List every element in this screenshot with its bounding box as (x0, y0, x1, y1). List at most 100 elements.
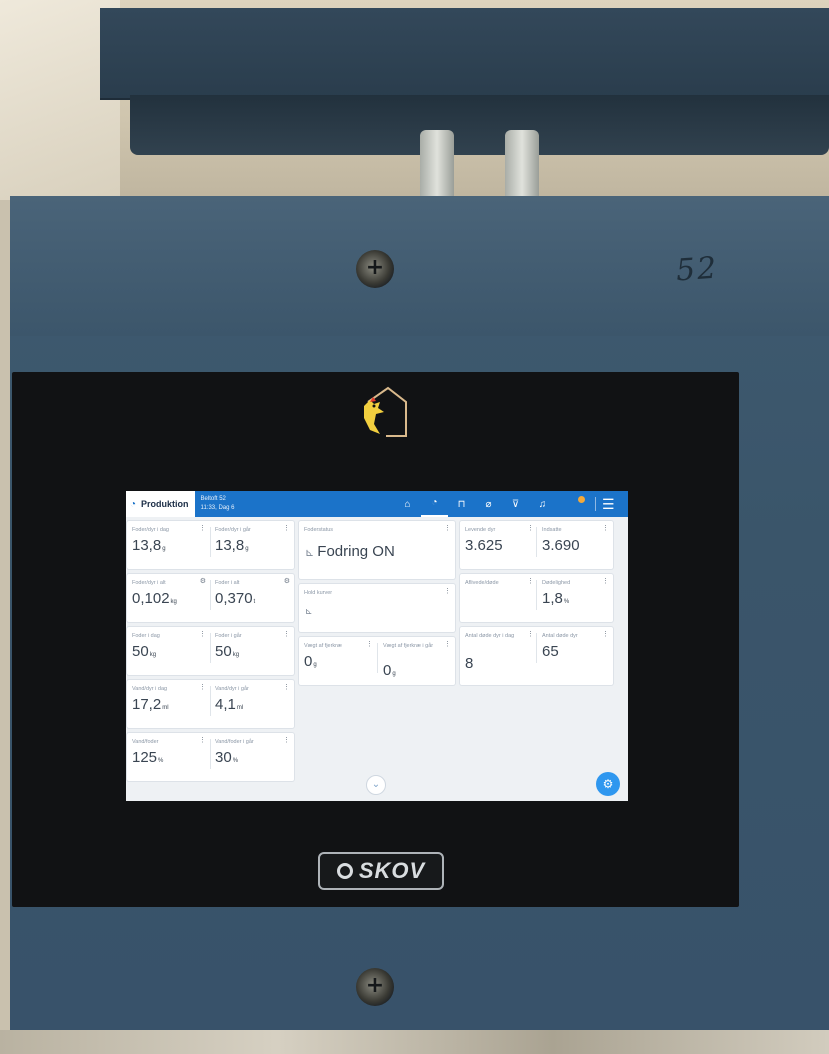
tile-value: 30% (215, 749, 239, 766)
more-options-icon[interactable]: ⋮ (602, 630, 609, 638)
feed-icon[interactable]: ⊽ (502, 499, 529, 510)
more-options-icon[interactable]: ⋮ (283, 630, 290, 638)
settings-icon[interactable]: ⚙ (200, 577, 206, 585)
tile-value: 50kg (132, 643, 157, 660)
more-options-icon[interactable]: ⋮ (444, 640, 451, 648)
time-day: 11:33, Dag 6 (200, 505, 235, 511)
tile-vaegt[interactable]: Vægt af fjerkræ 0g Vægt af fjerkræ i går… (299, 637, 455, 685)
tile-value: 1,8% (542, 590, 570, 607)
more-options-icon[interactable]: ⋮ (283, 524, 290, 532)
tile-divider (536, 580, 537, 610)
chicken-house-logo-icon (364, 386, 407, 437)
more-options-icon[interactable]: ⋮ (602, 577, 609, 585)
tile-value: 3.690 (542, 537, 580, 554)
brand-text: SKOV (358, 858, 426, 883)
climate-icon[interactable]: ⊓ (448, 499, 475, 510)
more-options-icon[interactable]: ⋮ (199, 630, 206, 638)
tile-label: Aflivede/døde (465, 580, 499, 586)
menu-icon[interactable]: ☰ (602, 496, 615, 513)
tile-value: 65 (542, 643, 559, 660)
more-options-icon[interactable]: ⋮ (527, 630, 534, 638)
tile-divider (210, 633, 211, 663)
more-options-icon[interactable]: ⋮ (602, 524, 609, 532)
more-options-icon[interactable]: ⋮ (527, 577, 534, 585)
handwritten-number: 52 (674, 250, 720, 289)
screw-icon (356, 968, 394, 1006)
gauge-icon[interactable]: ◔ (421, 491, 448, 517)
tile-label: Foder/dyr i alt (132, 580, 166, 586)
tile-label: Foder/dyr i dag (132, 527, 169, 533)
tile-divider (536, 527, 537, 557)
tile-label: Levende dyr (465, 527, 496, 533)
feeder-icon: ⊾ (305, 547, 318, 559)
tile-label: Indsatte (542, 527, 562, 533)
chevron-down-icon[interactable]: ⌄ (366, 775, 386, 795)
more-options-icon[interactable]: ⋮ (366, 640, 373, 648)
bell-icon[interactable]: ♫ (529, 499, 556, 510)
tile-antal-doede[interactable]: Antal døde dyr i dag 8 Antal døde dyr 65… (460, 627, 613, 685)
tile-divider (210, 686, 211, 716)
more-options-icon[interactable]: ⋮ (527, 524, 534, 532)
tile-label: Vand/dyr i dag (132, 686, 168, 692)
tile-value: 0,102kg (132, 590, 177, 607)
settings-icon[interactable]: ⚙ (284, 577, 290, 585)
site-name: Beltoft 52 (200, 496, 226, 502)
floor-strip (0, 1030, 829, 1054)
tile-value: 4,1ml (215, 696, 244, 713)
tile-value: 50kg (215, 643, 240, 660)
tile-label: Hold kurver (304, 590, 333, 596)
tile-foder-alt[interactable]: Foder/dyr i alt 0,102kg Foder i alt 0,37… (127, 574, 294, 622)
upper-junction-box (100, 8, 829, 100)
tile-value: 8 (465, 655, 474, 672)
tile-divider (210, 527, 211, 557)
section-label: Produktion (141, 499, 189, 509)
tile-value: 17,2ml (132, 696, 169, 713)
tile-label: Vand/foder (132, 739, 159, 745)
tile-value: 125% (132, 749, 164, 766)
tile-foderstatus[interactable]: Foderstatus ⊾ Fodring ON ⋮ (299, 521, 455, 579)
tile-label: Antal døde dyr i dag (465, 633, 515, 639)
tile-label: Vægt af fjerkræ (304, 643, 342, 649)
tile-divider (536, 633, 537, 663)
tile-foder-dyr[interactable]: Foder/dyr i dag 13,8g Foder/dyr i går 13… (127, 521, 294, 569)
junction-box-underside (130, 95, 829, 155)
notification-badge (578, 496, 585, 503)
tile-vand-foder[interactable]: Vand/foder 125% Vand/foder i går 30% ⋮ ⋮ (127, 733, 294, 781)
tile-dyr[interactable]: Levende dyr 3.625 Indsatte 3.690 ⋮ ⋮ (460, 521, 613, 569)
tile-value: 13,8g (132, 537, 166, 554)
tile-divider (210, 739, 211, 769)
more-options-icon[interactable]: ⋮ (199, 736, 206, 744)
tile-hold-kurver[interactable]: Hold kurver ⊾ ⋮ (299, 584, 455, 632)
tile-value: 0,370t (215, 590, 256, 607)
tile-label: Antal døde dyr (542, 633, 578, 639)
production-menu-button[interactable]: ◔ Produktion (126, 491, 195, 517)
tile-foder-dag[interactable]: Foder i dag 50kg Foder i går 50kg ⋮ ⋮ (127, 627, 294, 675)
feeder-icon: ⊾ (305, 606, 313, 616)
gear-icon[interactable]: ⚙ (596, 772, 620, 796)
tile-label: Foder i dag (132, 633, 160, 639)
topbar-divider (595, 497, 596, 511)
house-icon[interactable]: ⌂ (394, 499, 421, 510)
tile-doede[interactable]: Aflivede/døde Dødelighed 1,8% ⋮ ⋮ (460, 574, 613, 622)
tile-label: Vand/foder i går (215, 739, 254, 745)
tile-value: 13,8g (215, 537, 249, 554)
touch-screen: ◔ Produktion Beltoft 52 11:33, Dag 6 ⌂ ◔… (126, 491, 628, 801)
tile-value: 0g (383, 662, 396, 679)
skov-ring-icon (336, 863, 353, 879)
tile-vand-dyr[interactable]: Vand/dyr i dag 17,2ml Vand/dyr i går 4,1… (127, 680, 294, 728)
more-options-icon[interactable]: ⋮ (444, 524, 451, 532)
more-options-icon[interactable]: ⋮ (283, 736, 290, 744)
tile-label: Dødelighed (542, 580, 571, 586)
tile-label: Foder/dyr i går (215, 527, 251, 533)
skov-brand-logo: SKOV (318, 852, 444, 890)
more-options-icon[interactable]: ⋮ (199, 524, 206, 532)
tile-divider (377, 643, 378, 673)
screw-icon (356, 250, 394, 288)
tile-label: Vand/dyr i går (215, 686, 249, 692)
tile-value: 0g (304, 653, 317, 670)
thermometer-icon[interactable]: ⌀ (475, 499, 502, 510)
feed-status-value: ⊾ Fodring ON (305, 543, 395, 560)
more-options-icon[interactable]: ⋮ (199, 683, 206, 691)
more-options-icon[interactable]: ⋮ (283, 683, 290, 691)
more-options-icon[interactable]: ⋮ (444, 587, 451, 595)
